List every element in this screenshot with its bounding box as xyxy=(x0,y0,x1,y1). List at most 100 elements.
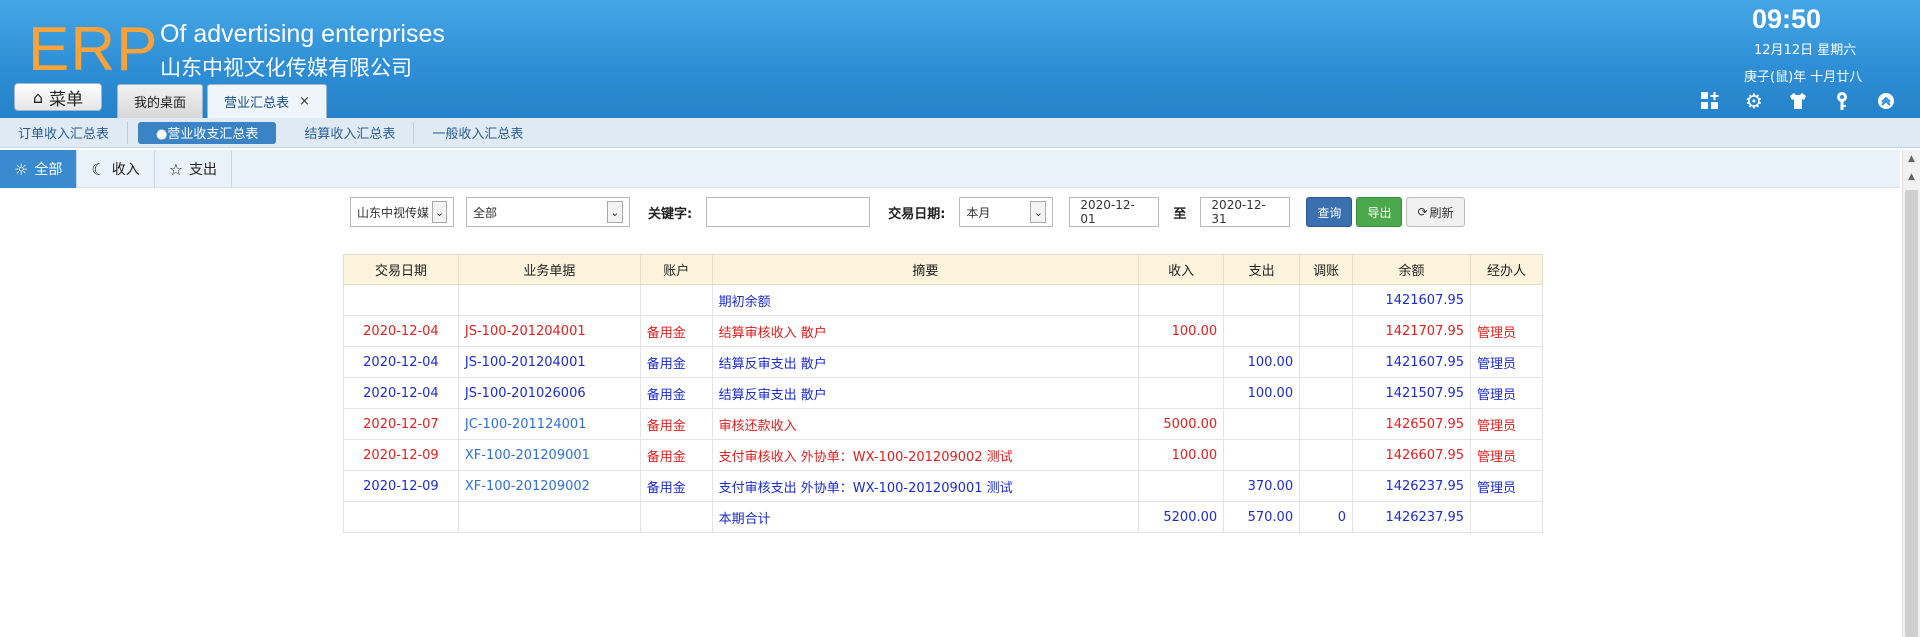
subnav-settlement-income[interactable]: 结算收入汇总表 xyxy=(286,121,415,144)
cell-adjust xyxy=(1299,408,1354,440)
chevron-down-icon: ⌄ xyxy=(1030,201,1047,223)
cell-expense: 370.00 xyxy=(1223,470,1301,502)
sun-icon: ☼ xyxy=(14,159,29,179)
cell-balance: 1421507.95 xyxy=(1352,377,1472,409)
period-select[interactable]: 本月 ⌄ xyxy=(959,197,1054,227)
keyword-label: 关键字: xyxy=(648,206,693,222)
key-icon[interactable] xyxy=(1820,88,1864,114)
filter-tab-expense[interactable]: ☆ 支出 xyxy=(155,150,233,188)
cell-handler: 管理员 xyxy=(1470,377,1543,409)
start-date-input[interactable]: 2020-12-01 xyxy=(1069,197,1160,227)
cell-summary: 支付审核支出 外协单：WX-100-201209001 测试 xyxy=(711,470,1140,502)
filter-tab-all[interactable]: ☼ 全部 xyxy=(0,150,78,188)
cell-income: 5200.00 xyxy=(1138,501,1225,533)
close-icon[interactable]: × xyxy=(299,94,310,109)
tab-label: 我的桌面 xyxy=(134,96,187,111)
cell-balance: 1421607.95 xyxy=(1352,346,1472,378)
scroll-up-arrow[interactable]: ▲ xyxy=(1903,150,1920,168)
vertical-scrollbar[interactable]: ▲ ▲ xyxy=(1902,150,1920,637)
table-row[interactable]: 期初余额 1421607.95 xyxy=(343,284,1543,316)
col-header-account: 账户 xyxy=(639,254,713,285)
cell-balance: 1426237.95 xyxy=(1352,470,1472,502)
brand-chinese: 山东中视文化传媒有限公司 xyxy=(160,57,412,80)
cell-doc[interactable]: XF-100-201209001 xyxy=(457,439,641,471)
filter-tab-label: 全部 xyxy=(34,162,63,178)
menu-button[interactable]: ⌂ 菜单 xyxy=(14,83,102,111)
scroll-thumb[interactable] xyxy=(1905,190,1918,637)
cell-account: 备用金 xyxy=(639,439,713,471)
table-row[interactable]: 2020-12-09 XF-100-201209002 备用金 支付审核支出 外协单：… xyxy=(343,470,1543,502)
filter-tabs: ☼ 全部 ☾ 收入 ☆ 支出 xyxy=(0,150,1900,188)
cell-doc xyxy=(457,284,641,316)
cell-balance: 1426237.95 xyxy=(1352,501,1472,533)
cell-adjust xyxy=(1299,315,1354,347)
table-row[interactable]: 2020-12-04 JS-100-201204001 备用金 结算审核收入 散户 10… xyxy=(343,315,1543,347)
cell-doc[interactable]: JS-100-201204001 xyxy=(457,315,641,347)
cell-doc[interactable]: JS-100-201026006 xyxy=(457,377,641,409)
chevron-down-icon: ⌄ xyxy=(431,201,447,223)
tab-business-summary[interactable]: 营业汇总表 × xyxy=(207,84,327,118)
cell-handler: 管理员 xyxy=(1470,408,1543,440)
cell-doc[interactable]: XF-100-201209002 xyxy=(457,470,641,502)
clock-date: 12月12日 星期六 xyxy=(1754,43,1857,58)
cell-income: 100.00 xyxy=(1138,439,1225,471)
query-button[interactable]: 查询 xyxy=(1306,197,1353,227)
cell-handler: 管理员 xyxy=(1470,439,1543,471)
table-row[interactable]: 2020-12-09 XF-100-201209001 备用金 支付审核收入 外协单：… xyxy=(343,439,1543,471)
cell-balance: 1421607.95 xyxy=(1352,284,1472,316)
cell-date: 2020-12-04 xyxy=(343,377,459,409)
grid-add-icon[interactable] xyxy=(1688,88,1732,114)
search-bar: 山东中视传媒 ⌄ 全部 ⌄ 关键字: 交易日期: 本月 ⌄ 2020-12-01… xyxy=(350,196,1465,228)
cell-date: 2020-12-09 xyxy=(343,439,459,471)
subnav-general-income[interactable]: 一般收入汇总表 xyxy=(414,122,541,144)
table-row[interactable]: 2020-12-07 JC-100-201124001 备用金 审核还款收入 5000.… xyxy=(343,408,1543,440)
cell-doc[interactable]: JS-100-201204001 xyxy=(457,346,641,378)
cell-date: 2020-12-07 xyxy=(343,408,459,440)
menu-button-label: 菜单 xyxy=(49,89,84,110)
filter-tab-income[interactable]: ☾ 收入 xyxy=(77,150,155,188)
refresh-icon: ⟳ xyxy=(1417,205,1428,219)
type-select[interactable]: 全部 ⌄ xyxy=(466,197,630,227)
col-header-expense: 支出 xyxy=(1223,254,1301,285)
subnav-order-income[interactable]: 订单收入汇总表 xyxy=(0,121,129,144)
filter-tab-label: 支出 xyxy=(189,162,218,178)
subnav-business-income-expense[interactable]: ●营业收支汇总表 xyxy=(138,121,277,144)
table-row[interactable]: 2020-12-04 JS-100-201026006 备用金 结算反审支出 散户 10… xyxy=(343,377,1543,409)
cell-handler: 管理员 xyxy=(1470,346,1543,378)
end-date-input[interactable]: 2020-12-31 xyxy=(1200,197,1291,227)
scroll-up-arrow-2[interactable]: ▲ xyxy=(1903,168,1920,186)
cell-adjust: 0 xyxy=(1299,501,1354,533)
cell-adjust xyxy=(1299,284,1354,316)
trade-date-label: 交易日期: xyxy=(888,206,946,222)
gear-icon[interactable]: ⚙ xyxy=(1732,88,1776,114)
cell-date xyxy=(343,501,459,533)
tab-desktop[interactable]: 我的桌面 xyxy=(117,84,204,118)
cell-handler xyxy=(1470,284,1543,316)
cell-adjust xyxy=(1299,377,1354,409)
cell-summary: 本期合计 xyxy=(711,501,1140,533)
cell-doc[interactable]: JC-100-201124001 xyxy=(457,408,641,440)
table-row[interactable]: 本期合计 5200.00 570.00 0 1426237.95 xyxy=(343,501,1543,533)
cell-account xyxy=(639,284,713,316)
company-select[interactable]: 山东中视传媒 ⌄ xyxy=(350,197,454,227)
export-button[interactable]: 导出 xyxy=(1356,197,1403,227)
shirt-icon[interactable] xyxy=(1776,88,1820,114)
lunar-date: 庚子(鼠)年 十月廿八 xyxy=(1744,70,1863,85)
app-header: ERP Of advertising enterprises 山东中视文化传媒有… xyxy=(0,0,1920,118)
cell-handler xyxy=(1470,501,1543,533)
cell-date xyxy=(343,284,459,316)
cell-date: 2020-12-09 xyxy=(343,470,459,502)
chevron-up-circle-icon[interactable] xyxy=(1864,88,1908,114)
chevron-down-icon: ⌄ xyxy=(607,201,623,223)
keyword-input[interactable] xyxy=(706,197,871,227)
table-row[interactable]: 2020-12-04 JS-100-201204001 备用金 结算反审支出 散户 10… xyxy=(343,346,1543,378)
cell-expense xyxy=(1223,408,1301,440)
cell-income xyxy=(1138,346,1225,378)
cell-expense xyxy=(1223,284,1301,316)
brand-english: Of advertising enterprises xyxy=(160,20,445,48)
moon-icon: ☾ xyxy=(91,159,106,179)
cell-handler: 管理员 xyxy=(1470,470,1543,502)
cell-handler: 管理员 xyxy=(1470,315,1543,347)
cell-adjust xyxy=(1299,470,1354,502)
refresh-button[interactable]: ⟳ 刷新 xyxy=(1406,197,1465,227)
